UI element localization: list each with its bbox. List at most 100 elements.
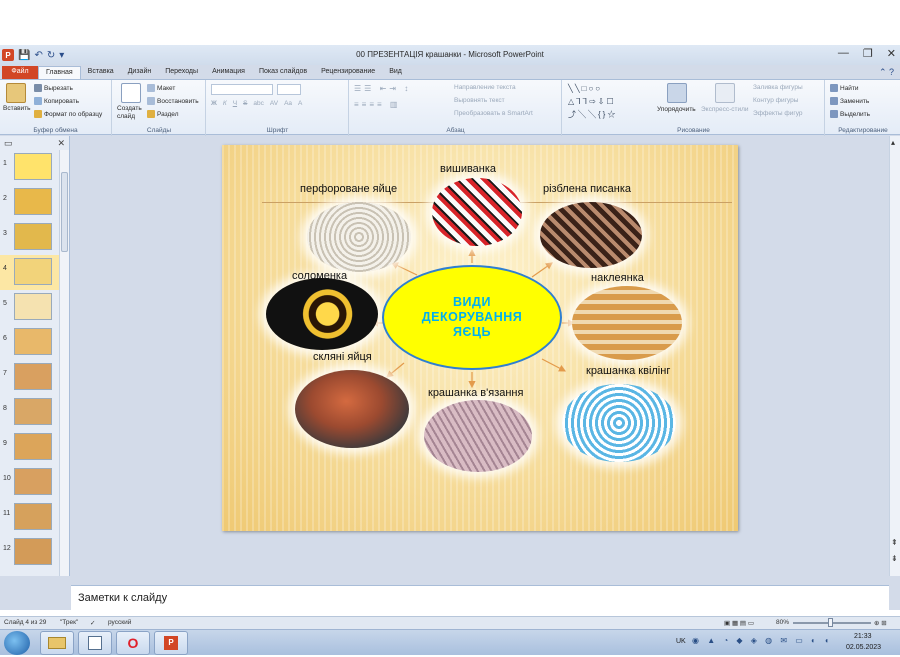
replace-button[interactable]: Заменить [830, 97, 869, 105]
select-button[interactable]: Выделить [830, 110, 870, 118]
thumbnail-scrollbar[interactable] [59, 150, 69, 576]
center-title-ellipse[interactable]: ВИДИ ДЕКОРУВАННЯ ЯЄЦЬ [382, 265, 562, 370]
notes-placeholder: Заметки к слайду [78, 592, 168, 604]
slide-number: 6 [3, 335, 7, 342]
shapes-gallery[interactable]: ╲╲□○○ △⅂⅂⇨⇩☐ ⤴╲╲{}☆ [568, 82, 648, 122]
minimize-button[interactable]: — [838, 47, 849, 60]
shape-effects-button[interactable]: Эффекты фигур [753, 110, 803, 117]
tab-transitions[interactable]: Переходы [158, 66, 205, 79]
slide-preview-image [14, 293, 52, 320]
slide-canvas[interactable]: ВИДИ ДЕКОРУВАННЯ ЯЄЦЬ перфороване яйце в… [222, 145, 738, 531]
quick-styles-button[interactable]: Экспресс-стили [701, 106, 749, 113]
tab-home[interactable]: Главная [38, 66, 81, 79]
layout-button[interactable]: Макет [147, 84, 175, 92]
start-button-icon[interactable] [4, 631, 30, 655]
scroll-up-icon[interactable]: ▴ [891, 138, 895, 147]
status-bar: Слайд 4 из 29 "Трек" ✓ русский ▣ ▦ ▤ ▭ 8… [0, 616, 900, 629]
tab-animations[interactable]: Анимация [205, 66, 252, 79]
strike-button[interactable]: S [243, 100, 247, 107]
text-direction-button[interactable]: Направление текста [454, 84, 516, 91]
align-text-button[interactable]: Выровнять текст [454, 97, 505, 104]
find-button[interactable]: Найти [830, 84, 859, 92]
windows-taskbar: O P UK ◉ ▲ ◔ ◆ ◈ ◍ ✉ ▭ ◐ ◖ 21:33 02.05.2… [0, 629, 900, 655]
reset-icon [147, 97, 155, 105]
section-label: Раздел [157, 110, 179, 118]
font-name-box[interactable] [211, 84, 273, 95]
new-slide-button[interactable]: Создать слайд [117, 105, 147, 121]
opera-taskbar-icon[interactable]: O [116, 631, 150, 655]
view-buttons-icon[interactable]: ▣ ▦ ▤ ▭ [724, 619, 754, 627]
paste-button[interactable]: Вставить [3, 105, 31, 112]
arrange-button[interactable]: Упорядочить [657, 106, 696, 113]
label-straw: соломенка [292, 270, 348, 282]
shape-fill-button[interactable]: Заливка фигуры [753, 84, 803, 91]
arrow-glass [386, 362, 405, 378]
restore-button[interactable]: ❐ [863, 47, 873, 60]
close-pane-icon[interactable]: ✕ [57, 138, 65, 148]
fit-slide-icon[interactable]: ⊕ ⊞ [874, 619, 887, 627]
cut-button[interactable]: Вырезать [34, 84, 73, 92]
slide-number: 11 [3, 510, 11, 517]
tab-design[interactable]: Дизайн [121, 66, 159, 79]
shadow-button[interactable]: abc [253, 100, 263, 107]
list-buttons-icon[interactable]: ☰☰ ⇤⇥ ↕ [354, 84, 411, 93]
tab-file[interactable]: Файл [2, 66, 38, 79]
slide-preview-image [14, 538, 52, 565]
reset-button[interactable]: Восстановить [147, 97, 199, 105]
new-slide-icon[interactable] [121, 83, 141, 103]
copy-icon [34, 97, 42, 105]
tab-slideshow[interactable]: Показ слайдов [252, 66, 314, 79]
case-button[interactable]: Aa [284, 100, 292, 107]
select-icon [830, 110, 838, 118]
slide-number: 8 [3, 405, 7, 412]
clock-time[interactable]: 21:33 [854, 633, 872, 640]
font-size-box[interactable] [277, 84, 301, 95]
notes-pane[interactable]: Заметки к слайду [71, 585, 889, 615]
align-buttons-icon[interactable]: ≡≡≡≡ ▥ [354, 100, 400, 109]
smartart-button[interactable]: Преобразовать в SmartArt [454, 110, 533, 117]
clock-date[interactable]: 02.05.2023 [846, 644, 881, 651]
main-scrollbar[interactable]: ▴ ⇞ ⇟ [889, 136, 900, 576]
paste-icon[interactable] [6, 83, 26, 103]
section-button[interactable]: Раздел [147, 110, 178, 118]
tray-icons[interactable]: ◉ ▲ ◔ ◆ ◈ ◍ ✉ ▭ ◐ ◖ [692, 636, 832, 645]
zoom-level[interactable]: 80% [776, 619, 789, 626]
tab-insert[interactable]: Вставка [81, 66, 121, 79]
layout-icon [147, 84, 155, 92]
label-embroidered: вишиванка [440, 163, 497, 175]
tab-view[interactable]: Вид [382, 66, 409, 79]
next-slide-icon[interactable]: ⇟ [891, 554, 898, 563]
font-color-button[interactable]: A [298, 100, 302, 107]
underline-button[interactable]: Ч [233, 100, 237, 107]
prev-slide-icon[interactable]: ⇞ [891, 538, 898, 547]
group-clipboard: Вставить Вырезать Копировать Формат по о… [0, 80, 112, 136]
embroidered-egg-image [432, 178, 522, 246]
zoom-slider-knob[interactable] [828, 618, 833, 627]
system-tray: UK ◉ ▲ ◔ ◆ ◈ ◍ ✉ ▭ ◐ ◖ 21:33 02.05.2023 [662, 630, 900, 656]
group-slides: Создать слайд Макет Восстановить Раздел … [113, 80, 206, 136]
group-label: Шрифт [266, 127, 289, 134]
copy-button[interactable]: Копировать [34, 97, 79, 105]
powerpoint-taskbar-icon[interactable]: P [154, 631, 188, 655]
font-format-buttons: Ж К Ч S abc AV Aa A [211, 100, 302, 107]
scroll-thumb[interactable] [61, 172, 68, 252]
language-indicator[interactable]: русский [108, 619, 131, 626]
tab-review[interactable]: Рецензирование [314, 66, 382, 79]
arrange-icon[interactable] [667, 83, 687, 103]
italic-button[interactable]: К [223, 100, 227, 107]
quick-styles-icon[interactable] [715, 83, 735, 103]
slide-preview-image [14, 188, 52, 215]
explorer-taskbar-icon[interactable] [40, 631, 74, 655]
quilling-egg-image [562, 384, 676, 462]
spellcheck-icon[interactable]: ✓ [90, 619, 95, 627]
shape-outline-button[interactable]: Контур фигуры [753, 97, 798, 104]
ribbon: Вставить Вырезать Копировать Формат по о… [0, 79, 900, 136]
help-icon[interactable]: ⌃ ? [879, 67, 894, 78]
calendar-taskbar-icon[interactable] [78, 631, 112, 655]
spacing-button[interactable]: AV [270, 100, 278, 107]
close-button[interactable]: ✕ [887, 47, 896, 60]
format-painter-button[interactable]: Формат по образцу [34, 110, 102, 118]
bold-button[interactable]: Ж [211, 100, 217, 107]
keyboard-language[interactable]: UK [676, 638, 686, 645]
slides-tab-icon[interactable]: ▭ [4, 138, 13, 148]
